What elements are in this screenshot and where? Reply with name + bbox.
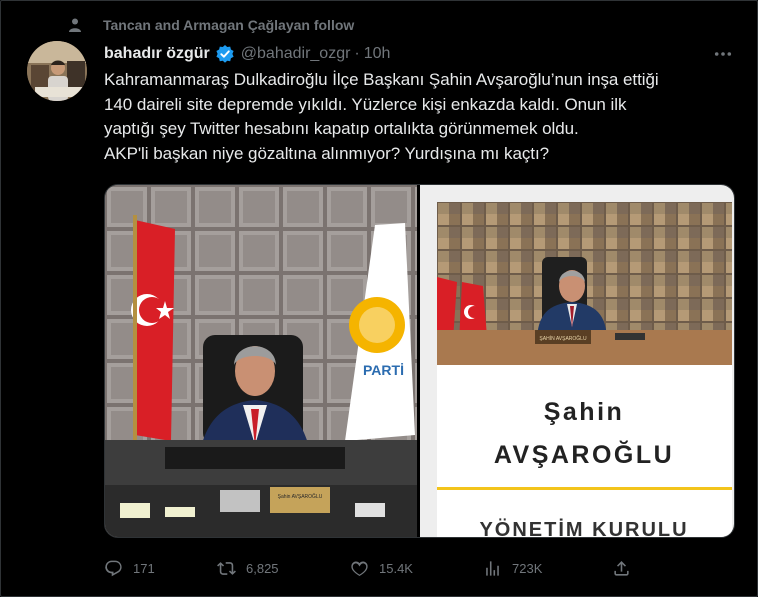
reply-count: 171 [133, 560, 155, 576]
card-role: YÖNETİM KURULU [479, 519, 689, 537]
views-button[interactable]: 723K [483, 557, 542, 579]
retweet-button[interactable]: 6,825 [217, 557, 279, 579]
social-context-text[interactable]: Tancan and Armagan Çağlayan follow [103, 17, 354, 33]
card-divider [436, 487, 732, 490]
author-name[interactable]: bahadır özgür [104, 45, 210, 63]
card-name-first: Şahin [543, 398, 625, 426]
views-count: 723K [512, 560, 543, 576]
tweet-header: bahadır özgür @bahadir_ozgr · 10h [104, 44, 390, 64]
tweet-time[interactable]: 10h [364, 45, 391, 63]
svg-text:PARTİ: PARTİ [363, 362, 404, 378]
card-name-last: AVŞAROĞLU [493, 441, 675, 469]
retweet-count: 6,825 [246, 560, 279, 576]
social-context: Tancan and Armagan Çağlayan follow [67, 15, 354, 35]
share-button[interactable] [612, 557, 641, 579]
tweet-card[interactable]: Tancan and Armagan Çağlayan follow bahad… [0, 0, 758, 597]
tweet-text: Kahramanmaraş Dulkadiroğlu İlçe Başkanı … [104, 70, 659, 163]
profile-card: ŞAHİN AVŞAROĞLU Şahin AVŞAROĞLU YÖNETİM … [436, 202, 732, 537]
action-bar: 171 6,825 15.4K 723K [104, 557, 739, 579]
media-photo-right[interactable]: ŞAHİN AVŞAROĞLU Şahin AVŞAROĞLU YÖNETİM … [419, 185, 734, 537]
left-nameplate-text: Şahin AVŞAROĞLU [278, 493, 323, 500]
like-button[interactable]: 15.4K [350, 557, 413, 579]
card-photo: ŞAHİN AVŞAROĞLU [436, 202, 732, 365]
reply-icon [105, 560, 122, 576]
share-icon [614, 560, 629, 576]
like-count: 15.4K [379, 560, 413, 576]
views-chart-icon [486, 560, 499, 576]
author-handle[interactable]: @bahadir_ozgr [241, 45, 351, 63]
person-icon [67, 17, 83, 33]
card-nameplate-text: ŞAHİN AVŞAROĞLU [539, 335, 587, 342]
separator-dot: · [354, 45, 360, 62]
office-photo: PARTİ Şahin AVŞAROĞLU [105, 185, 417, 537]
tweet-media[interactable]: PARTİ Şahin AVŞAROĞLU ŞAHİN AVŞAROĞLU Şa… [104, 184, 735, 538]
reply-button[interactable]: 171 [104, 557, 155, 579]
heart-icon [351, 560, 368, 576]
avatar[interactable] [27, 41, 87, 101]
media-photo-left[interactable]: PARTİ Şahin AVŞAROĞLU [105, 185, 417, 537]
more-options-icon[interactable] [711, 44, 735, 64]
verified-badge-icon[interactable] [215, 44, 235, 64]
retweet-icon [217, 561, 236, 575]
